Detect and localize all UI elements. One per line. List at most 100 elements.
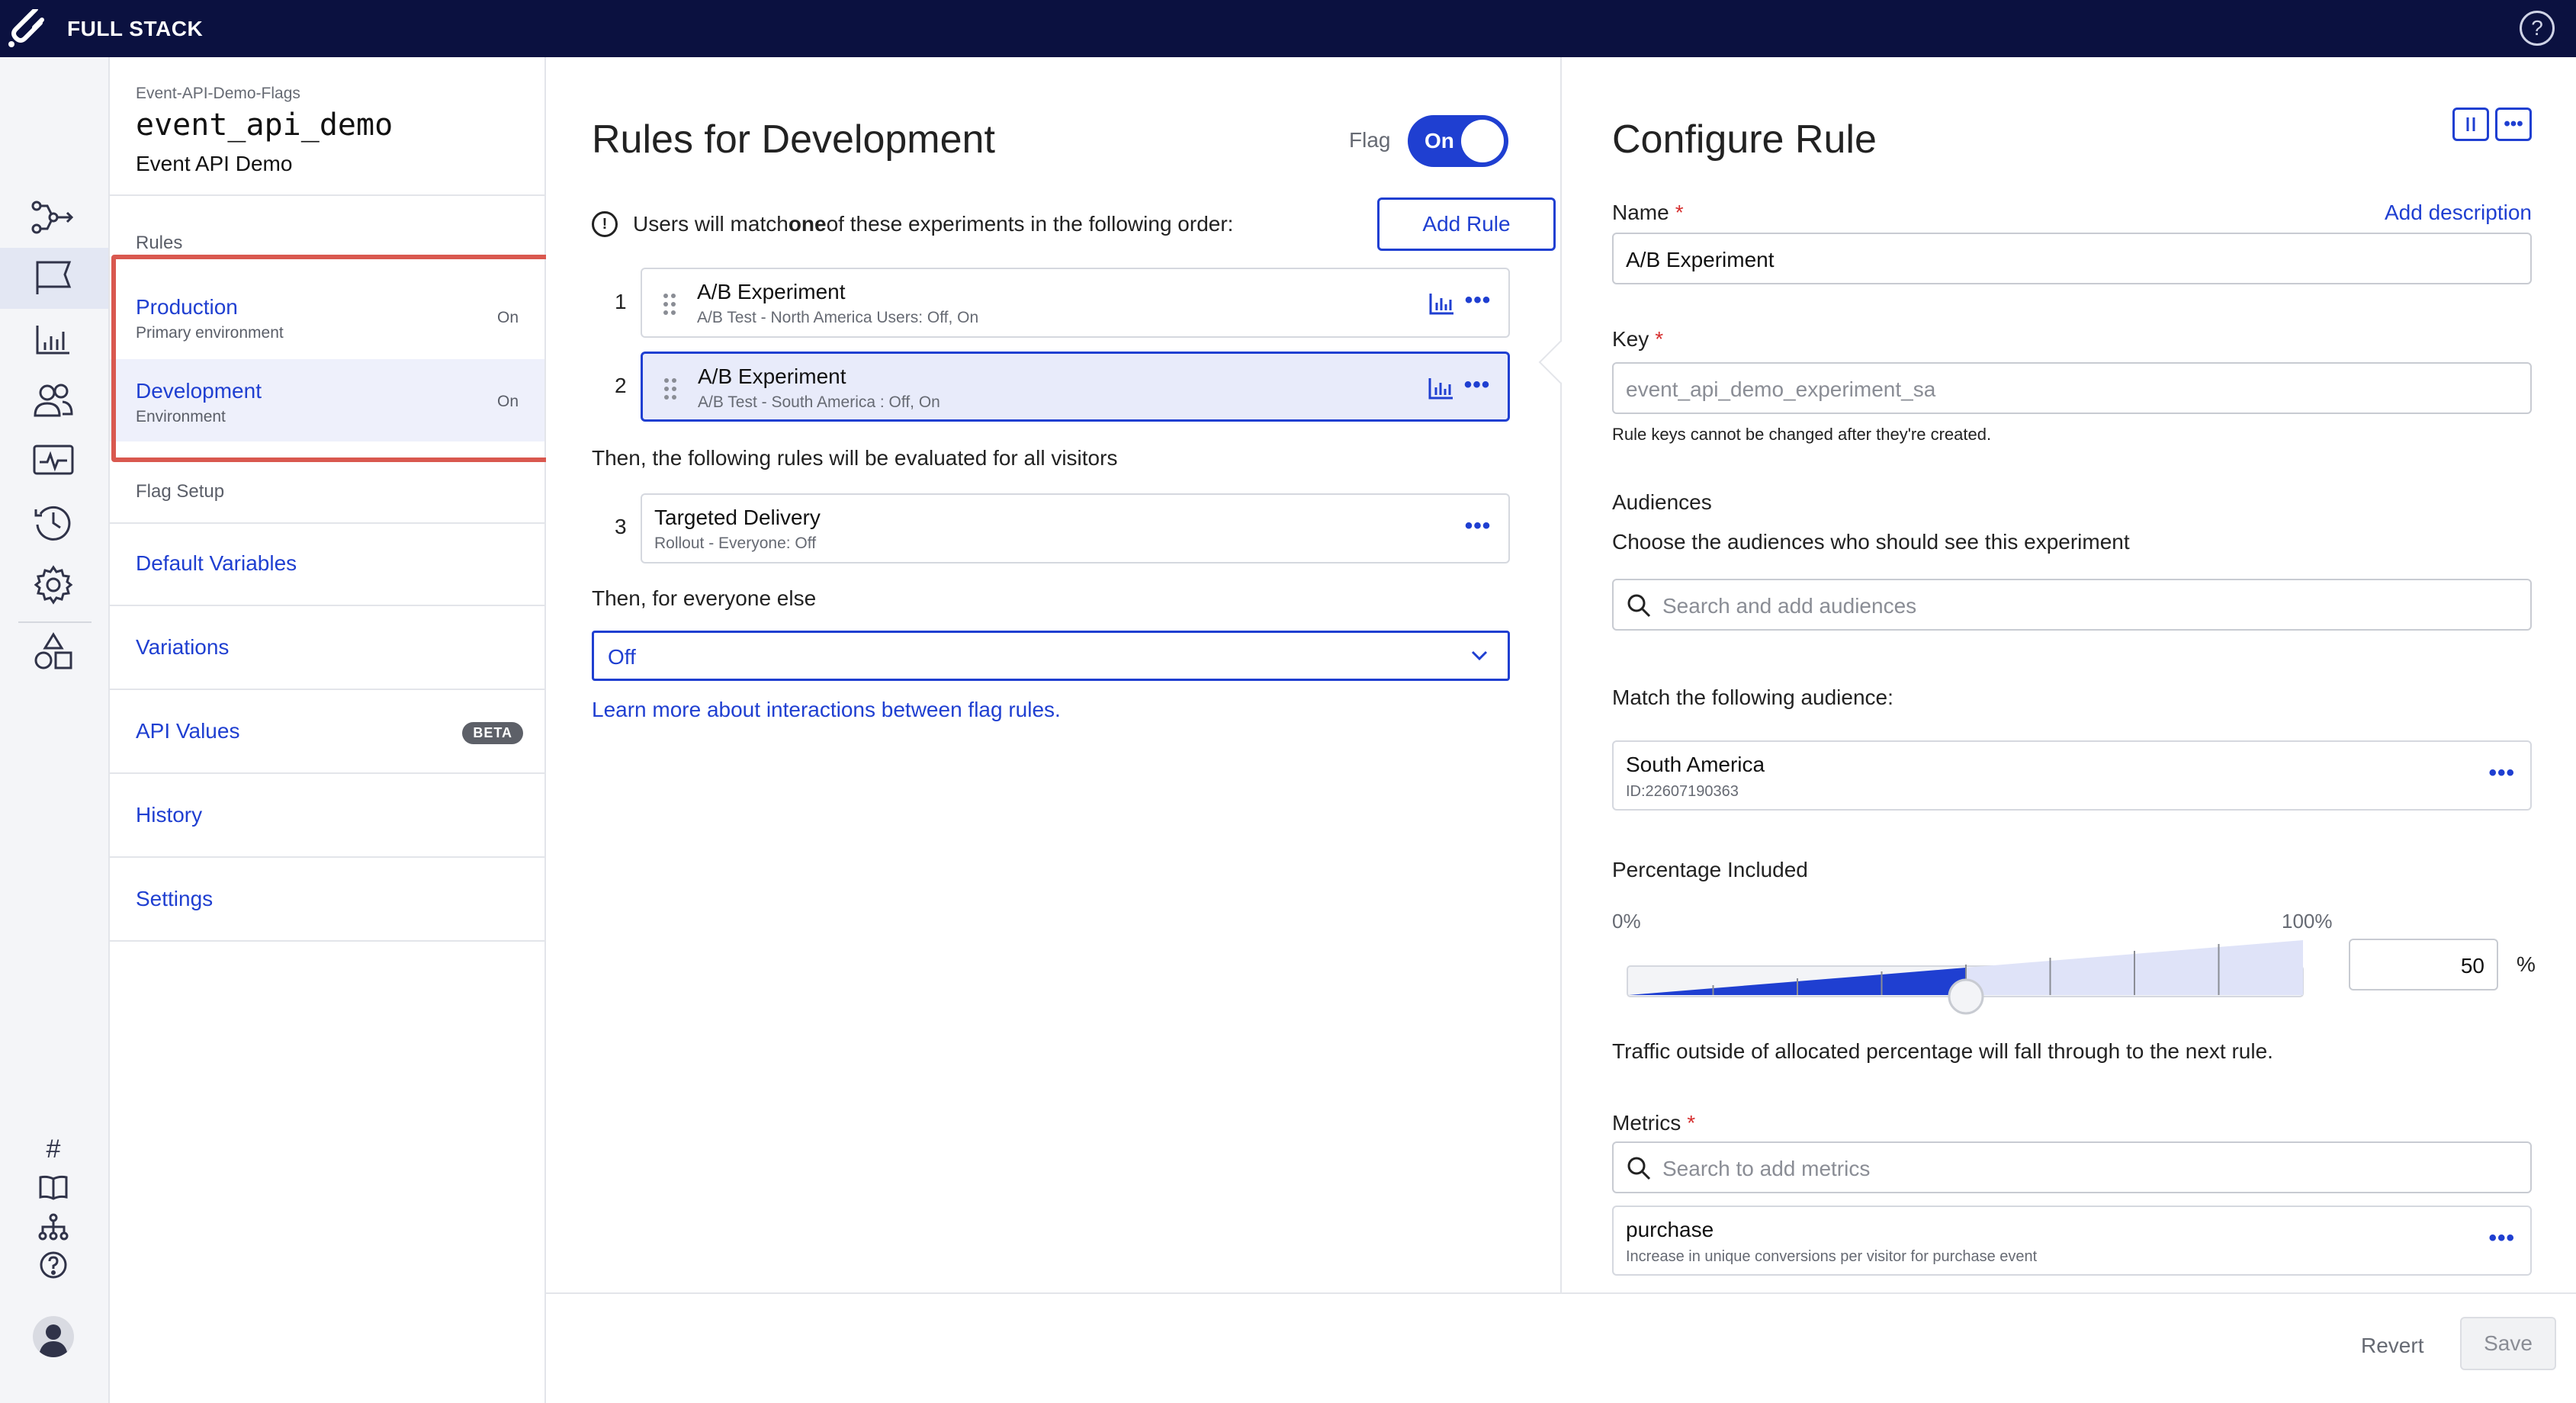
env-name: Production (136, 295, 238, 319)
env-name: Development (136, 379, 262, 403)
nav-history[interactable]: History (110, 775, 544, 858)
flag-toggle-label: Flag (1349, 128, 1391, 152)
env-item-development[interactable]: Development Environment On (110, 359, 544, 441)
nav-settings[interactable]: Settings (110, 859, 544, 942)
results-chart-icon[interactable] (1428, 377, 1454, 400)
key-hint: Rule keys cannot be changed after they'r… (1612, 425, 1992, 444)
select-value: Off (608, 645, 636, 669)
rule-name-input[interactable]: A/B Experiment (1612, 233, 2532, 284)
shapes-icon[interactable] (31, 629, 76, 675)
collapse-panel-icon[interactable] (2452, 108, 2489, 141)
name-label: Name * (1612, 201, 1684, 225)
rule-number: 2 (615, 374, 627, 397)
notice-text-bold: one (788, 212, 827, 236)
avatar[interactable] (32, 1315, 75, 1358)
percent-symbol: % (2517, 952, 2536, 976)
add-description-link[interactable]: Add description (2385, 201, 2532, 225)
more-options-icon[interactable]: ••• (1462, 374, 1492, 401)
flag-icon[interactable] (0, 248, 108, 309)
everyone-else-select[interactable]: Off (592, 631, 1510, 681)
audience-card: South America ID:22607190363 ••• (1612, 740, 2532, 811)
users-icon[interactable] (31, 377, 76, 423)
nav-label: API Values (136, 719, 240, 743)
more-options-icon[interactable]: ••• (2488, 760, 2515, 786)
top-bar: FULL STACK ? (0, 0, 2576, 57)
input-value: A/B Experiment (1626, 248, 1775, 271)
audiences-label: Audiences (1612, 490, 1712, 514)
rule-card-2[interactable]: A/B Experiment A/B Test - South America … (641, 352, 1510, 422)
audiences-help: Choose the audiences who should see this… (1612, 530, 2130, 554)
rule-number: 1 (615, 290, 627, 313)
flag-toggle[interactable]: On (1408, 115, 1508, 167)
name-label-text: Name (1612, 201, 1669, 224)
info-icon: ! (592, 211, 618, 237)
toggle-knob (1461, 120, 1504, 162)
order-notice: ! Users will match one of these experime… (592, 211, 1233, 237)
help-circle-icon[interactable] (37, 1248, 70, 1282)
env-item-production[interactable]: Production Primary environment On (110, 275, 544, 358)
required-marker: * (1655, 327, 1664, 351)
revert-button[interactable]: Revert (2361, 1334, 2423, 1358)
configure-title: Configure Rule (1612, 117, 1877, 162)
notice-text-end: of these experiments in the following or… (826, 212, 1234, 236)
env-subtitle: Environment (136, 408, 226, 425)
more-options-icon[interactable]: ••• (1463, 289, 1493, 316)
drag-handle-icon[interactable] (662, 292, 677, 316)
chart-icon[interactable] (31, 316, 76, 362)
help-icon[interactable]: ? (2520, 11, 2555, 46)
audience-id: ID:22607190363 (1626, 783, 1739, 800)
search-icon (1627, 594, 1651, 618)
add-rule-button[interactable]: Add Rule (1377, 197, 1556, 251)
more-options-icon[interactable]: ••• (2488, 1225, 2515, 1251)
flag-sidebar: Event-API-Demo-Flags event_api_demo Even… (110, 57, 546, 1403)
pct-max-label: 100% (2282, 910, 2333, 933)
sitemap-icon[interactable] (37, 1210, 70, 1244)
page-title: Rules for Development (592, 117, 995, 162)
key-label-text: Key (1612, 327, 1649, 351)
configure-panel: Configure Rule ••• Name * Add description… (1538, 57, 2576, 1292)
nav-variations[interactable]: Variations (110, 608, 544, 690)
rule-title: A/B Experiment (698, 364, 846, 388)
percentage-input[interactable]: 50 (2349, 939, 2498, 990)
flag-setup-label: Flag Setup (136, 481, 225, 502)
toggle-state: On (1425, 129, 1454, 152)
divider (110, 194, 544, 196)
rule-number: 3 (615, 515, 627, 538)
env-subtitle: Primary environment (136, 324, 284, 342)
nav-default-variables[interactable]: Default Variables (110, 524, 544, 606)
metrics-search-input[interactable]: Search to add metrics (1612, 1141, 2532, 1193)
save-button[interactable]: Save (2460, 1317, 2556, 1370)
drag-handle-icon[interactable] (663, 377, 678, 401)
rules-panel: Rules for Development Flag On ! Users wi… (546, 57, 1562, 1292)
percentage-label: Percentage Included (1612, 858, 1808, 881)
gear-icon[interactable] (31, 562, 76, 608)
results-chart-icon[interactable] (1429, 292, 1455, 315)
metrics-label-text: Metrics (1612, 1111, 1681, 1135)
env-status: On (496, 309, 519, 326)
nav-api-values[interactable]: API Values BETA (110, 692, 544, 774)
monitor-icon[interactable] (31, 438, 76, 484)
rule-subtitle: A/B Test - North America Users: Off, On (697, 309, 979, 326)
percentage-slider[interactable] (1612, 934, 2306, 1026)
book-icon[interactable] (37, 1170, 70, 1204)
nav-label: Default Variables (136, 551, 297, 575)
audience-search-input[interactable]: Search and add audiences (1612, 579, 2532, 631)
more-options-icon[interactable]: ••• (2495, 108, 2532, 141)
breadcrumb[interactable]: Event-API-Demo-Flags (136, 85, 300, 103)
required-marker: * (1687, 1111, 1696, 1135)
history-icon[interactable] (31, 499, 76, 545)
slider-handle[interactable] (1948, 978, 1984, 1015)
traffic-note: Traffic outside of allocated percentage … (1612, 1039, 2273, 1063)
key-label: Key * (1612, 327, 1663, 352)
flows-icon[interactable] (31, 194, 76, 240)
left-rail: # (0, 57, 110, 1403)
rule-subtitle: Rollout - Everyone: Off (654, 535, 817, 552)
hash-icon[interactable]: # (37, 1132, 70, 1166)
rule-card-1[interactable]: A/B Experiment A/B Test - North America … (641, 268, 1510, 338)
rule-key-input[interactable]: event_api_demo_experiment_sa (1612, 362, 2532, 414)
optimizely-logo-icon[interactable] (0, 0, 53, 57)
learn-more-link[interactable]: Learn more about interactions between fl… (592, 698, 1061, 722)
more-options-icon[interactable]: ••• (1463, 515, 1493, 542)
input-placeholder: Search and add audiences (1662, 594, 1917, 618)
rule-card-3[interactable]: Targeted Delivery Rollout - Everyone: Of… (641, 493, 1510, 563)
